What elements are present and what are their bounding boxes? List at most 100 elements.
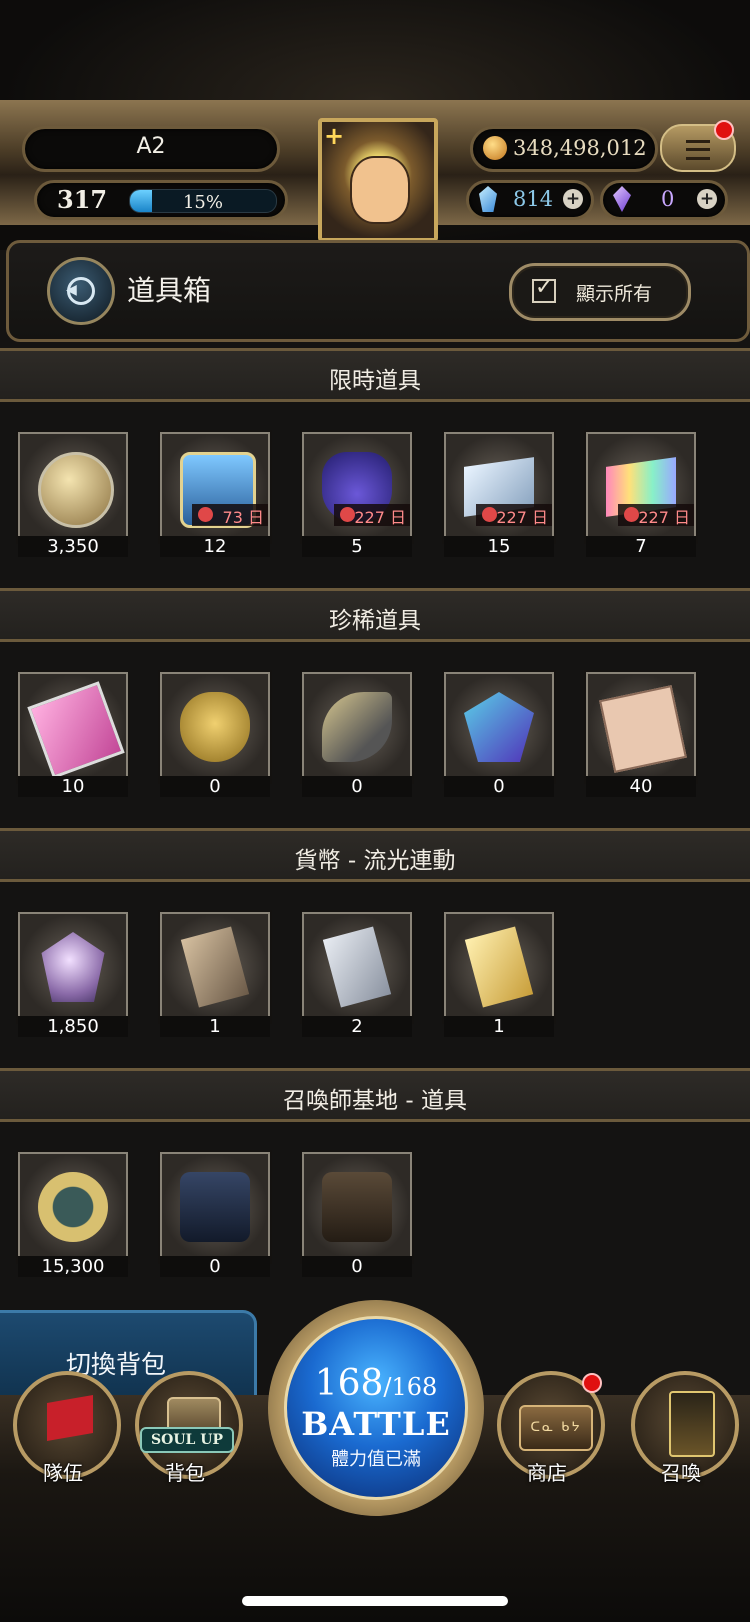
clock-icon [198,507,213,522]
item-count: 1,850 [18,1016,128,1037]
gem-counter: 814 + [466,180,594,220]
shop-sign-icon: ᑕᓇ ᑲᔭ [519,1405,593,1451]
home-indicator[interactable] [242,1596,508,1606]
item-count: 0 [302,1256,412,1277]
battle-orb: 168/168 BATTLE 體力值已滿 [284,1316,468,1500]
player-avatar[interactable]: + [318,118,438,242]
item-count: 0 [444,776,554,797]
item-frame [18,1152,128,1262]
exp-progress-bar: 15% [129,189,277,213]
item-frame [444,912,554,1022]
nav-shop[interactable]: ᑕᓇ ᑲᔭ 商店 [492,1365,605,1495]
item-slot[interactable]: 0 [302,672,412,797]
add-gem-button[interactable]: + [563,189,583,209]
crystal-counter: 0 + [600,180,728,220]
add-crystal-button[interactable]: + [697,189,717,209]
exp-percent-label: 15% [182,192,223,213]
item-slot[interactable]: 1 [444,912,554,1037]
item-slot[interactable]: 0 [160,1152,270,1277]
item-count: 1 [444,1016,554,1037]
item-slot[interactable]: 0 [444,672,554,797]
item-slot[interactable]: 40 [586,672,696,797]
expiry-timer: 227 日 [334,504,410,527]
item-slot[interactable]: 3,350 [18,432,128,557]
stamina-counter: 168/168 [287,1363,465,1404]
base-medal-icon [38,1172,108,1242]
nav-summon-label: 召喚 [661,1461,701,1485]
item-slot[interactable]: 227 日 7 [586,432,696,557]
item-frame [160,912,270,1022]
item-slot[interactable]: 73 日 12 [160,432,270,557]
player-name-plate[interactable]: A2 [22,126,280,172]
shop-notification-dot [582,1373,602,1393]
back-arrow-icon [66,277,95,305]
item-count: 0 [160,776,270,797]
gold-card-icon [464,926,534,1008]
gold-amount: 348,498,012 [513,136,647,160]
blue-gem-icon [479,186,497,212]
notification-dot [714,120,734,140]
checkbox-checked-icon [532,275,556,303]
item-count: 7 [586,536,696,557]
expiry-days: 227 日 [354,508,406,527]
prism-gem-icon [41,932,105,1002]
nav-summon[interactable]: 召喚 [626,1365,739,1495]
clock-icon [482,507,497,522]
item-frame [18,912,128,1022]
horn-icon [322,692,392,762]
expiry-timer: 73 日 [192,504,268,527]
item-frame: 227 日 [444,432,554,542]
item-slot[interactable]: 1,850 [18,912,128,1037]
item-slot[interactable]: 15,300 [18,1152,128,1277]
nav-team[interactable]: 隊伍 [8,1365,121,1495]
expiry-days: 227 日 [496,508,548,527]
golden-heart-icon [180,692,250,762]
section-header: 貨幣 - 流光連動 [0,828,750,882]
item-slot[interactable]: 227 日 15 [444,432,554,557]
item-frame [302,672,412,782]
section-title: 限時道具 [329,368,421,394]
soul-up-badge: SOUL UP [140,1427,234,1453]
item-slot[interactable]: 1 [160,912,270,1037]
bronze-card-icon [180,926,250,1008]
summon-card-icon [669,1391,715,1457]
stamina-max: /168 [383,1373,438,1401]
item-frame [160,1152,270,1262]
crystal-icon [464,692,534,762]
battle-button[interactable]: 168/168 BATTLE 體力值已滿 [268,1300,484,1516]
item-slot[interactable]: 10 [18,672,128,797]
section-header: 珍稀道具 [0,588,750,642]
item-frame [302,1152,412,1262]
menu-button[interactable] [660,120,736,172]
gem-amount: 814 [513,187,554,211]
item-count: 3,350 [18,536,128,557]
nav-shop-label: 商店 [527,1461,567,1485]
show-all-toggle[interactable]: 顯示所有 [509,263,691,321]
page-header: 道具箱 顯示所有 [6,240,750,342]
item-frame [302,912,412,1022]
nav-team-label: 隊伍 [43,1461,83,1485]
clock-icon [340,507,355,522]
section-header: 限時道具 [0,348,750,402]
clock-icon [624,507,639,522]
nav-bag[interactable]: SOUL UP 背包 [130,1365,243,1495]
back-button[interactable] [47,257,115,325]
player-level-plate: 317 15% [34,180,288,220]
item-frame [586,672,696,782]
item-slot[interactable]: 227 日 5 [302,432,412,557]
pink-card-icon [27,681,125,779]
coin-medal-icon [38,452,114,528]
item-count: 1 [160,1016,270,1037]
item-count: 15 [444,536,554,557]
plus-icon: + [324,122,345,150]
character-portrait [350,156,410,224]
magic-scroll-icon [599,685,687,773]
item-slot[interactable]: 0 [302,1152,412,1277]
blue-pack-icon [180,1172,250,1242]
item-count: 0 [302,776,412,797]
item-slot[interactable]: 2 [302,912,412,1037]
item-count: 40 [586,776,696,797]
item-slot[interactable]: 0 [160,672,270,797]
section-header: 召喚師基地 - 道具 [0,1068,750,1122]
item-frame [444,672,554,782]
